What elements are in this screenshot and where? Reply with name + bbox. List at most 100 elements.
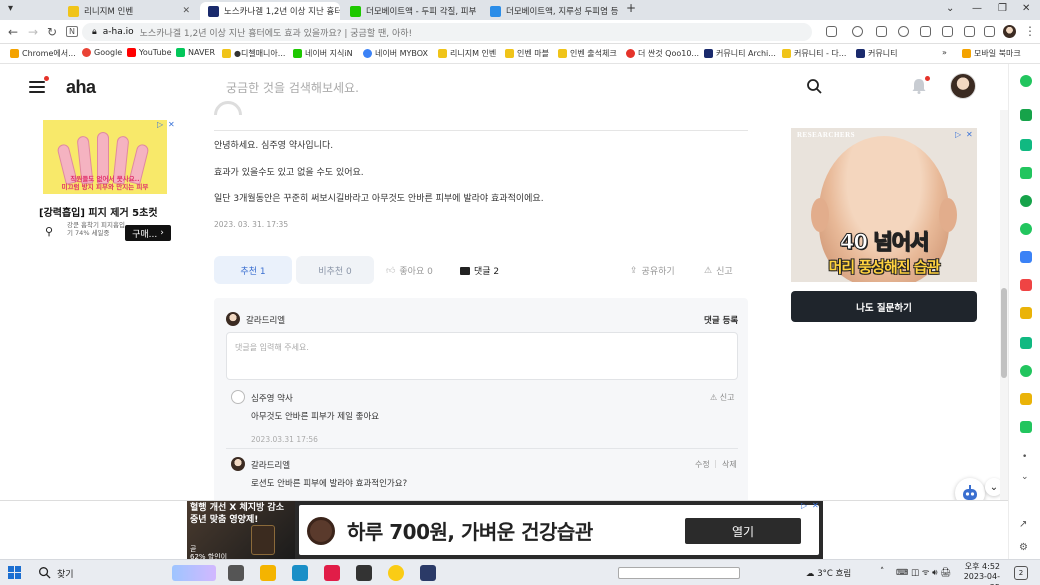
tab-groups-icon[interactable]	[964, 26, 975, 37]
bookmark-star-icon[interactable]	[876, 26, 887, 37]
extension-puzzle-icon[interactable]	[898, 26, 909, 37]
screenshot-icon[interactable]	[984, 26, 995, 37]
share-icon[interactable]	[826, 26, 837, 37]
search-icon[interactable]	[806, 78, 822, 94]
mobile-bookmarks[interactable]: 모바일 북마크	[962, 48, 1021, 59]
tab-naver-dermovate[interactable]: 더모베이트액 - 두피 각질, 피부 ✕	[342, 2, 480, 20]
app-icon[interactable]	[420, 565, 436, 581]
comment-edit-button[interactable]: 수정	[695, 459, 710, 470]
bookmark-item[interactable]: 인벤 출석체크	[558, 48, 617, 59]
clip-app-icon[interactable]	[324, 565, 340, 581]
rail-app-icon[interactable]	[1020, 75, 1032, 87]
file-explorer-icon[interactable]	[260, 565, 276, 581]
aha-logo[interactable]: aha	[66, 77, 96, 98]
ad-choices-icon[interactable]: ▷	[801, 501, 807, 510]
rail-app-icon[interactable]	[1020, 223, 1032, 235]
hamburger-menu-icon[interactable]	[29, 81, 45, 93]
bottom-ad[interactable]: 혈행 개선 X 체지방 감소 중년 맞춤 영양제! 곧 62% 할인이 하루 7…	[0, 500, 1008, 561]
window-close-icon[interactable]: ✕	[1022, 3, 1030, 14]
reader-mode-icon[interactable]: N	[66, 26, 78, 37]
rail-app-icon[interactable]	[1020, 365, 1032, 377]
browser-menu-icon[interactable]: ▾	[8, 3, 13, 14]
bell-icon[interactable]	[911, 78, 927, 94]
bookmark-item[interactable]: 커뮤니티 - 다...	[782, 48, 846, 59]
task-view-icon[interactable]	[228, 565, 244, 581]
ad-buy-button[interactable]: 구매... ›	[125, 225, 171, 241]
report-button[interactable]: ⚠ 신고	[704, 264, 733, 278]
forward-icon[interactable]: →	[28, 25, 38, 39]
windows-start-icon[interactable]	[8, 566, 21, 579]
restore-icon[interactable]: ❐	[998, 3, 1007, 14]
weather-widget[interactable]: ☁ 3°C 흐림	[806, 567, 851, 579]
right-ad[interactable]: RESEARCHERS ▷ ✕ 40 넘어서 머리 풍성해진 습관	[791, 128, 977, 282]
rail-app-icon[interactable]	[1020, 337, 1032, 349]
rail-app-icon[interactable]	[1020, 393, 1032, 405]
rail-more-icon[interactable]: •	[1022, 452, 1027, 462]
ad-close-icon[interactable]: ✕	[966, 130, 973, 139]
bookmark-item[interactable]: 네이버 MYBOX	[363, 48, 428, 59]
omnibox[interactable]: 🔒︎ a-ha.io 노스카나겔 1,2년 이상 지난 흉터에도 효과 있을까요…	[82, 23, 812, 41]
like-button[interactable]: 👍︎ 좋아요 0	[386, 264, 433, 278]
rail-settings-icon[interactable]: ⚙	[1019, 542, 1028, 553]
user-avatar[interactable]	[950, 73, 976, 99]
bookmarks-overflow[interactable]: »	[942, 48, 947, 57]
not-recommend-button[interactable]: 비추천 0	[296, 256, 374, 284]
comment-report-button[interactable]: ⚠ 신고	[710, 392, 734, 403]
bookmark-item[interactable]: 더 싼것 Qoo10...	[626, 48, 699, 59]
bookmark-item[interactable]: ●디첼매니아...	[222, 48, 285, 59]
close-icon[interactable]: ✕	[182, 6, 190, 16]
profile-avatar[interactable]	[1003, 25, 1016, 38]
app-icon[interactable]	[356, 565, 372, 581]
bookmark-item[interactable]: 커뮤니티 Archi...	[704, 48, 776, 59]
app-icon[interactable]	[292, 565, 308, 581]
reading-list-icon[interactable]	[942, 26, 953, 37]
bookmark-item[interactable]: 리니지M 인벤	[438, 48, 496, 59]
comments-button[interactable]: 댓글 2	[460, 264, 499, 277]
minimize-icon[interactable]: —	[972, 3, 982, 14]
notification-center-icon[interactable]: 2	[1014, 566, 1028, 580]
rail-app-icon[interactable]	[1020, 251, 1032, 263]
system-clock[interactable]: 오후 4:52 2023-04-25	[958, 562, 1000, 585]
rail-app-icon[interactable]	[1020, 279, 1032, 291]
ad-open-button[interactable]: 열기	[685, 518, 801, 544]
bookmark-item[interactable]: 인벤 마블	[505, 48, 549, 59]
comment-input[interactable]: 댓글을 입력해 주세요.	[226, 332, 738, 380]
tab-aha-question[interactable]: 노스카나겔 1,2년 이상 지난 흉터 ✕	[200, 2, 340, 20]
bookmark-item[interactable]: Google	[82, 48, 122, 57]
bookmark-item[interactable]: 네이버 지식iN	[293, 48, 353, 59]
bookmark-item[interactable]: YouTube	[127, 48, 172, 57]
ad-choices-icon[interactable]: ▷	[955, 130, 961, 139]
scrollbar-thumb[interactable]	[1001, 288, 1007, 378]
ask-question-button[interactable]: 나도 질문하기	[791, 291, 977, 322]
app-icon[interactable]	[388, 565, 404, 581]
rail-expand-icon[interactable]: ⌄	[1021, 472, 1029, 482]
search-icon[interactable]	[38, 566, 51, 579]
bookmark-item[interactable]: NAVER	[176, 48, 215, 57]
tab-dermovate-scalp[interactable]: 더모베이트액, 지루성 두피염 등 ✕	[482, 2, 620, 20]
widget-image[interactable]	[172, 565, 216, 581]
back-icon[interactable]: ←	[8, 25, 18, 39]
rail-app-icon[interactable]	[1020, 139, 1032, 151]
bookmark-item[interactable]: Chrome에서...	[10, 48, 76, 59]
browser-kebab-icon[interactable]: ⋮	[1024, 24, 1036, 38]
ad-choices-icon[interactable]: ▷	[157, 120, 163, 129]
share-button[interactable]: ⇪ 공유하기	[630, 264, 675, 278]
rail-app-icon[interactable]	[1020, 307, 1032, 319]
left-ad[interactable]: 직원들도 없어서 못사요.. 미끄럼 방지 피부와 만지는 피부 ▷ ✕ [강력…	[33, 118, 177, 250]
recommend-button[interactable]: 추천 1	[214, 256, 292, 284]
rail-app-icon[interactable]	[1020, 109, 1032, 121]
comment-delete-button[interactable]: 삭제	[722, 459, 737, 470]
rail-app-icon[interactable]	[1020, 167, 1032, 179]
tray-icons[interactable]: ⌨ ◫ ᯤ 🔊︎ 🖨︎	[896, 567, 951, 578]
sidepanel-icon[interactable]	[920, 26, 931, 37]
rail-external-icon[interactable]: ↗	[1019, 519, 1027, 530]
tray-chevron-icon[interactable]: ˄	[880, 567, 884, 577]
media-control-widget[interactable]	[618, 567, 740, 579]
reload-icon[interactable]: ↻	[47, 25, 57, 39]
extensions-icon[interactable]	[852, 26, 863, 37]
ad-close-icon[interactable]: ✕	[812, 501, 819, 510]
bookmark-item[interactable]: 커뮤니티	[856, 48, 897, 59]
search-input[interactable]: 궁금한 것을 검색해보세요.	[226, 79, 359, 96]
rail-app-icon[interactable]	[1020, 421, 1032, 433]
tab-lineage-inven[interactable]: 리니지M 인벤 ✕	[60, 2, 198, 20]
